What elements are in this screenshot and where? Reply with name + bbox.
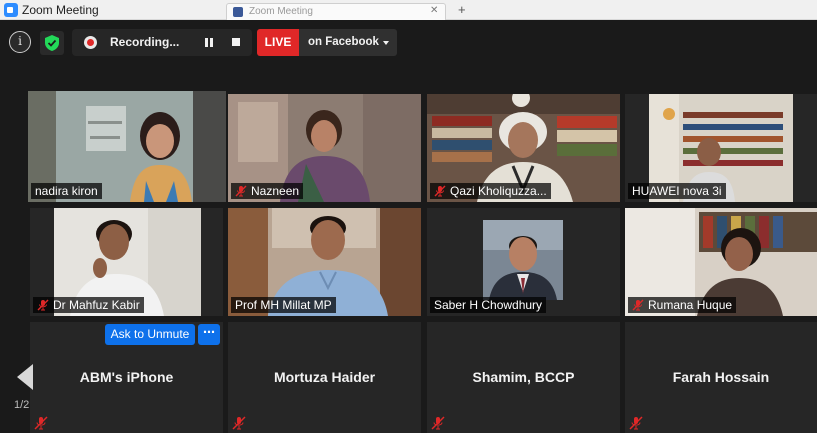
chevron-down-icon bbox=[383, 41, 389, 45]
participant-name: Rumana Huque bbox=[648, 298, 733, 312]
new-tab-icon[interactable]: + bbox=[458, 2, 466, 17]
participant-name: Nazneen bbox=[251, 184, 300, 198]
stop-recording-button[interactable] bbox=[232, 38, 240, 46]
previous-page-icon[interactable] bbox=[11, 362, 35, 392]
participant-name: Mortuza Haider bbox=[273, 369, 376, 385]
microphone-muted-icon bbox=[632, 299, 644, 311]
background-tab[interactable]: Zoom Meeting ✕ bbox=[226, 3, 446, 20]
recording-indicator: Recording... bbox=[72, 29, 252, 56]
recording-label: Recording... bbox=[110, 35, 180, 49]
participant-name-tag: Qazi Kholiquzza... bbox=[430, 183, 551, 199]
close-tab-icon[interactable]: ✕ bbox=[430, 5, 438, 16]
microphone-muted-icon bbox=[431, 416, 445, 430]
page-indicator: 1/2 bbox=[14, 399, 30, 411]
video-tile[interactable]: Dr Mahfuz Kabir bbox=[30, 208, 223, 316]
pause-recording-button[interactable] bbox=[204, 38, 214, 47]
video-tile[interactable]: Qazi Kholiquzza... bbox=[427, 94, 620, 202]
live-destination-label: on Facebook bbox=[308, 36, 379, 48]
participant-name: Dr Mahfuz Kabir bbox=[53, 298, 140, 312]
video-tile[interactable]: Prof MH Millat MP bbox=[228, 208, 421, 316]
more-options-button[interactable]: ⋯ bbox=[198, 324, 220, 345]
video-tile[interactable]: nadira kiron bbox=[28, 91, 226, 202]
participant-name: Saber H Chowdhury bbox=[434, 298, 543, 312]
audio-only-tile[interactable]: Mortuza Haider bbox=[228, 322, 421, 433]
ask-to-unmute-button[interactable]: Ask to Unmute bbox=[105, 324, 195, 345]
participant-name: ABM's iPhone bbox=[79, 369, 174, 385]
microphone-muted-icon bbox=[34, 416, 48, 430]
participant-name-tag: Prof MH Millat MP bbox=[231, 297, 336, 313]
audio-only-tile[interactable]: Farah Hossain bbox=[625, 322, 817, 433]
video-tile[interactable]: Rumana Huque bbox=[625, 208, 817, 316]
microphone-muted-icon bbox=[434, 185, 446, 197]
zoom-app-icon bbox=[4, 3, 18, 17]
participant-name: HUAWEI nova 3i bbox=[632, 184, 722, 198]
gallery-view: nadira kiron Nazneen Qazi Kholiquzza... … bbox=[0, 66, 817, 433]
participant-name: Farah Hossain bbox=[672, 369, 770, 385]
live-badge: LIVE bbox=[257, 29, 299, 56]
audio-only-tile[interactable]: Shamim, BCCP bbox=[427, 322, 620, 433]
participant-name-tag: Dr Mahfuz Kabir bbox=[33, 297, 144, 313]
video-tile[interactable]: Saber H Chowdhury bbox=[427, 208, 620, 316]
window-titlebar: Zoom Meeting Zoom Meeting ✕ + bbox=[0, 0, 817, 20]
participant-name: Shamim, BCCP bbox=[472, 369, 575, 385]
microphone-muted-icon bbox=[232, 416, 246, 430]
participant-name-tag: Nazneen bbox=[231, 183, 304, 199]
microphone-muted-icon bbox=[235, 185, 247, 197]
background-tab-title: Zoom Meeting bbox=[249, 6, 313, 17]
live-destination-dropdown[interactable]: on Facebook bbox=[299, 29, 397, 56]
meeting-info-icon[interactable]: i bbox=[9, 31, 31, 53]
meeting-topbar: i Recording... LIVE on Facebook bbox=[0, 21, 817, 66]
participant-name-tag: Saber H Chowdhury bbox=[430, 297, 547, 313]
participant-name: nadira kiron bbox=[35, 184, 98, 198]
participant-name: Prof MH Millat MP bbox=[235, 298, 332, 312]
microphone-muted-icon bbox=[37, 299, 49, 311]
participant-name-tag: HUAWEI nova 3i bbox=[628, 183, 726, 199]
video-tile[interactable]: Nazneen bbox=[228, 94, 421, 202]
participant-name-tag: Rumana Huque bbox=[628, 297, 737, 313]
participant-name-tag: nadira kiron bbox=[31, 183, 102, 199]
microphone-muted-icon bbox=[629, 416, 643, 430]
encryption-shield-icon[interactable] bbox=[40, 31, 64, 55]
participant-name: Qazi Kholiquzza... bbox=[450, 184, 547, 198]
facebook-tab-icon bbox=[233, 7, 243, 17]
video-tile[interactable]: HUAWEI nova 3i bbox=[625, 94, 817, 202]
window-title: Zoom Meeting bbox=[22, 3, 99, 17]
